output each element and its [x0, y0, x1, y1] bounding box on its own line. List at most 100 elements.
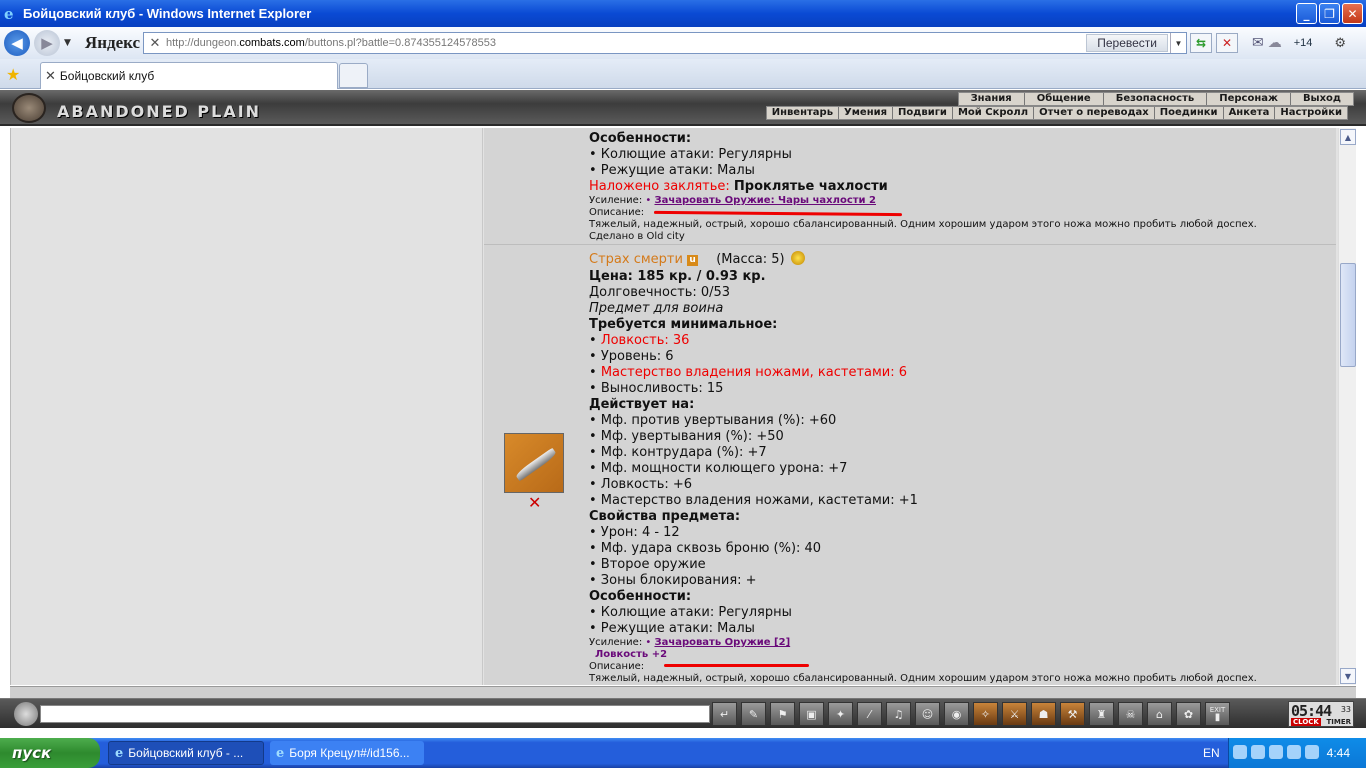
- item-desc: Страх смерти u (Масса: 5) Цена: 185 кр. …: [589, 251, 1257, 685]
- refresh-button[interactable]: ⇆: [1190, 33, 1212, 53]
- scroll-thumb[interactable]: [1340, 263, 1356, 367]
- action-icons: ↵ ✎ ⚑ ▣ ✦ ⁄ ♫ ☺ ◉ ✧ ⚔ ☗ ⚒ ♜ ☠ ⌂ ✿ EXIT ▮: [712, 702, 1230, 726]
- task-combats[interactable]: e Бойцовский клуб - ...: [108, 741, 264, 765]
- location-title: ABANDONED PLAIN: [57, 102, 262, 121]
- req-row: • Ловкость: 36: [589, 333, 690, 348]
- menu-settings[interactable]: Настройки: [1274, 107, 1347, 119]
- forward-button[interactable]: ▶: [34, 30, 60, 56]
- tab-label: Бойцовский клуб: [59, 69, 155, 83]
- ie-task-icon: e: [276, 745, 285, 761]
- props-title: Свойства предмета:: [589, 509, 741, 524]
- antivirus-icon[interactable]: [1269, 745, 1283, 759]
- castle-icon[interactable]: ♜: [1089, 702, 1114, 726]
- menu-exit[interactable]: Выход: [1289, 93, 1353, 105]
- scroll-up-icon[interactable]: ▲: [1340, 129, 1356, 145]
- item-list[interactable]: Особенности: • Колющие атаки: Регулярны …: [484, 128, 1336, 685]
- game-bottom-bar: ↵ ✎ ⚑ ▣ ✦ ⁄ ♫ ☺ ◉ ✧ ⚔ ☗ ⚒ ♜ ☠ ⌂ ✿ EXIT ▮ …: [0, 698, 1366, 728]
- menu-inventory[interactable]: Инвентарь: [767, 107, 838, 119]
- menu-knowledge[interactable]: Знания: [959, 93, 1024, 105]
- prop-row: • Второе оружие: [589, 557, 706, 572]
- camera-icon[interactable]: ◉: [944, 702, 969, 726]
- volume-icon[interactable]: [1287, 745, 1301, 759]
- menu-skills[interactable]: Умения: [838, 107, 892, 119]
- act-row: • Мф. против увертывания (%): +60: [589, 413, 837, 428]
- item-class: Предмет для воина: [589, 301, 724, 316]
- start-button[interactable]: пуск: [0, 738, 100, 768]
- horizontal-divider: [10, 686, 1356, 698]
- yandex-logo: Яндекс: [84, 33, 141, 52]
- character-icon[interactable]: ✦: [828, 702, 853, 726]
- tab-bar: ★ ✕ Бойцовский клуб: [0, 59, 1366, 89]
- vertical-scrollbar[interactable]: ▲ ▼: [1338, 128, 1356, 685]
- stop-button[interactable]: ✕: [1216, 33, 1238, 53]
- task-label: Бойцовский клуб - ...: [128, 746, 244, 760]
- enhance-label: Усиление:: [589, 195, 643, 206]
- close-button[interactable]: ✕: [1342, 3, 1363, 24]
- chat-input[interactable]: [40, 705, 710, 723]
- menu-security[interactable]: Безопасность: [1102, 93, 1207, 105]
- clock-mode-button[interactable]: CLOCK: [1291, 718, 1321, 726]
- timer-mode-button[interactable]: TIMER: [1326, 718, 1351, 726]
- favorites-star-icon[interactable]: ★: [6, 65, 20, 84]
- fight-icon[interactable]: ⚔: [1002, 702, 1027, 726]
- slash-icon[interactable]: ⁄: [857, 702, 882, 726]
- smile-icon[interactable]: ☺: [915, 702, 940, 726]
- menu-transfer-report[interactable]: Отчет о переводах: [1033, 107, 1154, 119]
- menu-fights[interactable]: Поединки: [1153, 107, 1223, 119]
- back-button[interactable]: ◀: [4, 30, 30, 56]
- skull-icon[interactable]: ☠: [1118, 702, 1143, 726]
- scroll-down-icon[interactable]: ▼: [1340, 668, 1356, 684]
- globe-icon[interactable]: [1305, 745, 1319, 759]
- mail-icon[interactable]: ✉: [1252, 35, 1264, 51]
- tab-combats[interactable]: ✕ Бойцовский клуб: [40, 62, 338, 89]
- menu-character[interactable]: Персонаж: [1206, 93, 1290, 105]
- flower-icon[interactable]: ✿: [1176, 702, 1201, 726]
- tray-icons: [1233, 745, 1319, 759]
- filter-icon[interactable]: ⚑: [770, 702, 795, 726]
- game-clock: 05:44 33 CLOCK TIMER: [1288, 701, 1354, 727]
- url-domain: combats.com: [239, 37, 305, 49]
- inventory-icon[interactable]: ☗: [1031, 702, 1056, 726]
- menu-communication[interactable]: Общение: [1023, 93, 1103, 105]
- minimize-button[interactable]: _: [1296, 3, 1317, 24]
- eraser-icon[interactable]: ✎: [741, 702, 766, 726]
- feature-row: • Колющие атаки: Регулярны: [589, 605, 792, 620]
- translate-button[interactable]: Перевести: [1086, 34, 1168, 52]
- maximize-button[interactable]: ❐: [1319, 3, 1340, 24]
- knife-item-image[interactable]: [504, 433, 564, 493]
- game-header: ABANDONED PLAIN Знания Общение Безопасно…: [0, 90, 1366, 126]
- item-price: Цена: 185 кр. / 0.93 кр.: [589, 269, 766, 284]
- home-icon[interactable]: ⌂: [1147, 702, 1172, 726]
- craft-icon[interactable]: ⚒: [1060, 702, 1085, 726]
- window-titlebar[interactable]: e Бойцовский клуб - Windows Internet Exp…: [0, 0, 1366, 27]
- task-profile[interactable]: e Боря Крецул#/id156...: [270, 741, 424, 765]
- spell-icon[interactable]: ✧: [973, 702, 998, 726]
- history-dropdown-icon[interactable]: ▼: [64, 38, 71, 48]
- menu-achievements[interactable]: Подвиги: [892, 107, 952, 119]
- character-menu: Инвентарь Умения Подвиги Мой Скролл Отче…: [765, 106, 1348, 120]
- windows-taskbar: пуск e Бойцовский клуб - ... e Боря Крецул…: [0, 738, 1366, 768]
- save-icon[interactable]: ▣: [799, 702, 824, 726]
- back-tray-icon[interactable]: [1233, 745, 1247, 759]
- language-indicator[interactable]: EN: [1203, 746, 1220, 760]
- ie-task-icon: e: [115, 745, 124, 761]
- new-tab-button[interactable]: [339, 63, 368, 88]
- item-name[interactable]: Страх смерти: [589, 252, 683, 267]
- menu-my-scroll[interactable]: Мой Скролл: [951, 107, 1033, 119]
- enhance-link[interactable]: Зачаровать Оружие [2]: [654, 637, 790, 648]
- item-previous-desc: Особенности: • Колющие атаки: Регулярны …: [589, 131, 1257, 243]
- chat-head-icon[interactable]: [14, 702, 38, 726]
- send-icon[interactable]: ↵: [712, 702, 737, 726]
- req-endurance: Выносливость: 15: [600, 381, 724, 396]
- network-icon[interactable]: [1251, 745, 1265, 759]
- menu-profile[interactable]: Анкета: [1222, 107, 1275, 119]
- address-dropdown-icon[interactable]: ▼: [1170, 33, 1186, 53]
- exit-icon[interactable]: EXIT ▮: [1205, 702, 1230, 726]
- address-bar[interactable]: ✕ http://dungeon. combats.com/buttons.pl?…: [143, 32, 1187, 54]
- delete-icon[interactable]: ✕: [528, 493, 541, 512]
- clock-seconds: 33: [1340, 705, 1351, 714]
- url-prefix: http://dungeon.: [166, 37, 240, 49]
- enhance-link[interactable]: Зачаровать Оружие: Чары чахлости 2: [654, 195, 876, 206]
- music-icon[interactable]: ♫: [886, 702, 911, 726]
- tools-icon[interactable]: ⚙: [1334, 36, 1346, 51]
